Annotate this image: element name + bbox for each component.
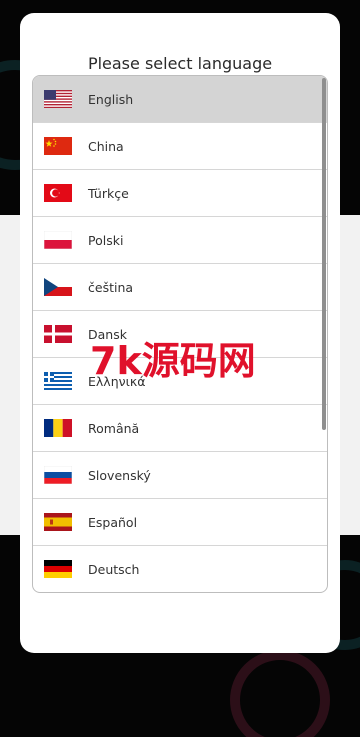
language-option-cestina[interactable]: čeština [33, 264, 327, 311]
language-label: Deutsch [88, 561, 140, 577]
list-scrollbar[interactable] [322, 78, 326, 430]
background-decoration [230, 650, 330, 737]
language-option-espanol[interactable]: Español [33, 499, 327, 546]
turkey-flag-icon [44, 184, 72, 202]
language-option-turkce[interactable]: Türkçe [33, 170, 327, 217]
denmark-flag-icon [44, 325, 72, 343]
dialog-title: Please select language [87, 54, 273, 73]
language-label: English [88, 91, 134, 107]
language-option-romana[interactable]: Română [33, 405, 327, 452]
language-select-dialog: Please select language English China Tür… [20, 13, 340, 653]
language-list[interactable]: English China Türkçe Polski čeština Dans… [32, 75, 328, 593]
language-label: China [88, 138, 124, 154]
language-option-deutsch[interactable]: Deutsch [33, 546, 327, 592]
language-option-polski[interactable]: Polski [33, 217, 327, 264]
spain-flag-icon [44, 513, 72, 531]
language-option-slovensky[interactable]: Slovenský [33, 452, 327, 499]
greece-flag-icon [44, 372, 72, 390]
romania-flag-icon [44, 419, 72, 437]
watermark: 7k源码网 [90, 339, 256, 383]
language-label: Español [88, 514, 138, 530]
language-label: Türkçe [88, 185, 129, 201]
language-label: Slovenský [88, 467, 151, 483]
czech-flag-icon [44, 278, 72, 296]
slovakia-flag-icon [44, 466, 72, 484]
poland-flag-icon [44, 231, 72, 249]
language-label: čeština [88, 279, 134, 295]
language-label: Română [88, 420, 140, 436]
us-flag-icon [44, 90, 72, 108]
language-option-china[interactable]: China [33, 123, 327, 170]
language-label: Polski [88, 232, 124, 248]
germany-flag-icon [44, 560, 72, 578]
language-option-english[interactable]: English [33, 76, 327, 123]
china-flag-icon [44, 137, 72, 155]
